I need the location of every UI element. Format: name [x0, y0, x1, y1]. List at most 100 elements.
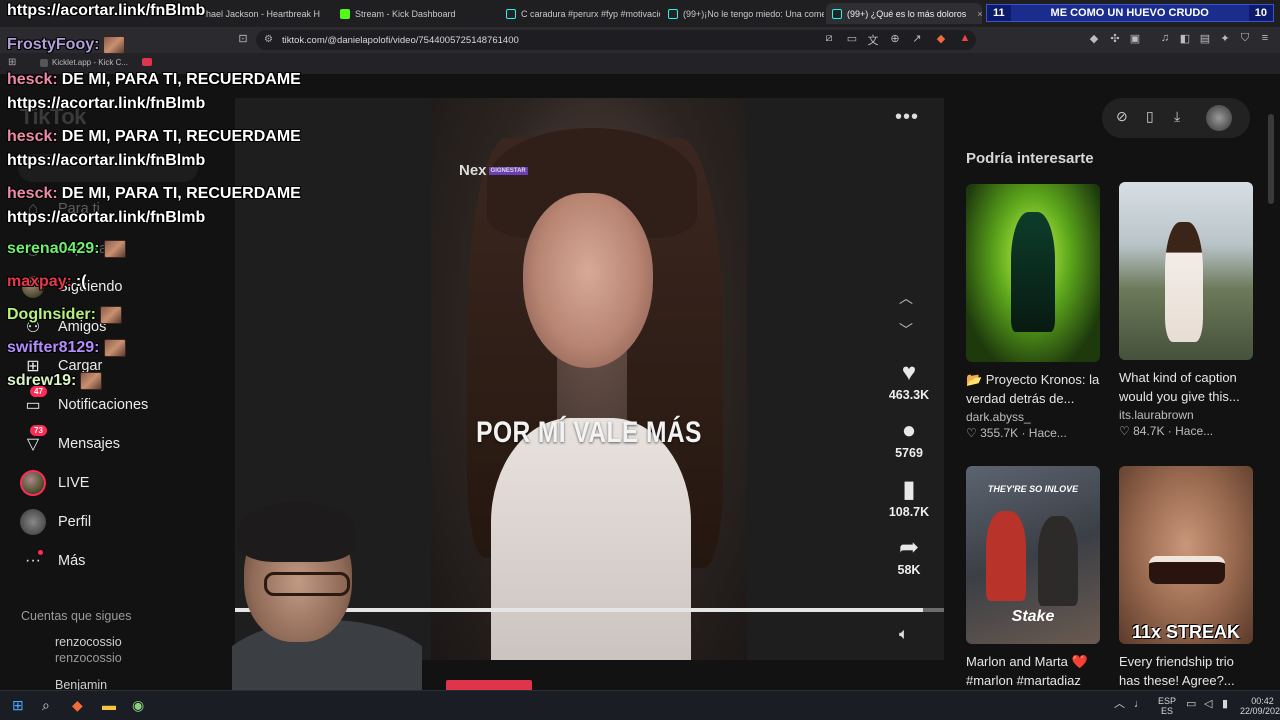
- emote-icon: [103, 240, 126, 258]
- download-icon[interactable]: ⤓: [1174, 108, 1180, 125]
- live-tab-indicator[interactable]: [446, 680, 532, 690]
- browser-tab-active[interactable]: (99+) ¿Qué es lo más doloros ×: [826, 3, 982, 24]
- leo-icon[interactable]: ✦: [1218, 32, 1232, 45]
- like-count: 463.3K: [888, 388, 930, 402]
- chat-message: FrostyFooy:: [7, 36, 126, 54]
- card-title: What kind of caption would you give this…: [1119, 370, 1240, 404]
- obs-icon[interactable]: ◉: [132, 697, 144, 714]
- brave-icon[interactable]: ◆: [72, 697, 83, 714]
- youtube-icon[interactable]: [142, 58, 152, 66]
- browser-tab[interactable]: hael Jackson - Heartbreak H: [200, 3, 330, 24]
- chevron-up-icon[interactable]: ︿: [1114, 699, 1125, 710]
- puzzle-icon[interactable]: ✣: [1108, 32, 1122, 45]
- chat-username: FrostyFooy:: [7, 36, 100, 54]
- browser-tab[interactable]: C caradura #perurx #fyp #motivacio: [500, 3, 660, 24]
- tab-title: C caradura #perurx #fyp #motivacio: [521, 8, 660, 19]
- clock[interactable]: 00:4222/09/2025: [1240, 696, 1280, 716]
- chat-username: hesck:: [7, 128, 58, 145]
- site-info-icon[interactable]: ⚙: [264, 34, 273, 45]
- phone-icon[interactable]: ▯: [1146, 108, 1154, 125]
- tab-title: hael Jackson - Heartbreak H: [206, 8, 321, 19]
- microphone-icon[interactable]: ♩: [1134, 699, 1145, 710]
- share-button[interactable]: ➦ 58K: [883, 535, 935, 578]
- sidebar-item-label: Perfil: [58, 514, 92, 530]
- page-icon: [40, 58, 48, 67]
- share-icon[interactable]: ↗: [910, 32, 924, 45]
- sidebar-item-notificaciones[interactable]: ▭ 47 Notificaciones: [20, 386, 148, 420]
- bell-icon: ▭ 47: [20, 386, 47, 418]
- chat-message: DogInsider:: [7, 306, 122, 324]
- sidebar-item-mas[interactable]: ··· Más: [20, 546, 85, 576]
- sidebar-item-perfil[interactable]: Perfil: [20, 507, 91, 537]
- comment-button[interactable]: ● 5769: [883, 417, 935, 461]
- shield-icon[interactable]: ⛉: [1238, 32, 1252, 45]
- save-button[interactable]: ▮ 108.7K: [883, 477, 935, 520]
- sidebar-item-live[interactable]: LIVE: [20, 468, 89, 498]
- video-frame[interactable]: Nex GIGNESTAR POR MÍ VALE MÁS: [431, 98, 747, 660]
- reader-icon[interactable]: ⧄: [822, 32, 836, 45]
- message-badge: 73: [30, 425, 47, 436]
- save-count: 108.7K: [888, 505, 930, 519]
- battery-icon[interactable]: ▮: [1222, 699, 1228, 710]
- chevron-down-icon[interactable]: ﹀: [899, 320, 913, 340]
- chat-username: swifter8129:: [7, 339, 100, 357]
- search-icon[interactable]: ⌕: [42, 697, 50, 714]
- scrollbar[interactable]: [1268, 114, 1274, 204]
- score-banner: 11 ME COMO UN HUEVO CRUDO 10: [986, 4, 1274, 22]
- like-button[interactable]: ♥ 463.3K: [883, 359, 935, 403]
- browser-tab[interactable]: (99+)¡No le tengo miedo: Una comed: [662, 3, 824, 24]
- card-author[interactable]: its.laurabrown: [1119, 408, 1253, 422]
- brave-shield-icon[interactable]: ◆: [934, 32, 948, 45]
- volume-icon[interactable]: 🔈︎: [899, 626, 909, 644]
- brave-rewards-icon[interactable]: ▲: [958, 32, 972, 44]
- wallet-icon[interactable]: ▣: [1128, 32, 1142, 45]
- apps-icon[interactable]: ⊞: [8, 57, 16, 68]
- bookmark-item[interactable]: Kicklet.app - Kick C...: [40, 58, 128, 67]
- card-author[interactable]: dark.abyss_: [966, 410, 1100, 424]
- video-thumbnail: THEY'RE SO INLOVE Stake: [966, 466, 1100, 644]
- sidebar-item-mensajes[interactable]: ▽ 73 Mensajes: [20, 425, 120, 459]
- volume-icon[interactable]: ◁: [1204, 699, 1212, 710]
- video-thumbnail: [1119, 182, 1253, 360]
- video-card[interactable]: What kind of caption would you give this…: [1119, 182, 1253, 438]
- video-card[interactable]: 11x STREAK Every friendship trio has the…: [1119, 466, 1253, 690]
- comment-count: 5769: [895, 446, 923, 460]
- sidebar-icon[interactable]: ◧: [1178, 32, 1192, 45]
- browser-toolbar: ⊡ ⚙ tiktok.com/@danielapolofi/video/7544…: [0, 27, 1280, 53]
- more-options-icon[interactable]: •••: [895, 106, 919, 129]
- top-action-buttons: ⊘ ▯ ⤓: [1102, 98, 1250, 138]
- video-figure: [491, 418, 691, 660]
- display-icon[interactable]: ▭: [1186, 699, 1196, 710]
- video-card[interactable]: 📂 Proyecto Kronos: la verdad detrás de..…: [966, 184, 1100, 440]
- zoom-icon[interactable]: ⊕: [888, 32, 902, 45]
- emote-icon: [103, 339, 126, 357]
- folder-icon[interactable]: ▬: [102, 697, 116, 713]
- more-icon: ···: [20, 548, 46, 574]
- browser-tab[interactable]: Stream - Kick Dashboard: [334, 3, 494, 24]
- emote-icon: [99, 306, 122, 324]
- video-thumbnail: [966, 184, 1100, 362]
- followed-account-name[interactable]: renzocossio: [55, 635, 122, 649]
- video-card[interactable]: THEY'RE SO INLOVE Stake Marlon and Marta…: [966, 466, 1100, 690]
- tiktok-icon: [506, 8, 516, 19]
- wallet2-icon[interactable]: ▤: [1198, 32, 1212, 45]
- send-icon: ▽ 73: [20, 425, 47, 457]
- tab-title: (99+) ¿Qué es lo más doloros: [847, 8, 967, 19]
- language-indicator[interactable]: ESP ES: [1158, 696, 1176, 716]
- translate-icon[interactable]: 文: [866, 32, 880, 48]
- heart-icon: ♥: [901, 359, 917, 386]
- menu-icon[interactable]: ≡: [1258, 32, 1272, 44]
- avatar[interactable]: [1206, 105, 1232, 131]
- tab-title: (99+)¡No le tengo miedo: Una comed: [683, 8, 824, 19]
- bookmark-icon[interactable]: ⊡: [236, 32, 250, 45]
- music-icon[interactable]: ♫: [1158, 32, 1172, 44]
- screenshot-icon[interactable]: ▭: [845, 32, 859, 45]
- thumbnail-text: 11x STREAK: [1131, 622, 1241, 642]
- coin-icon[interactable]: ⊘: [1116, 108, 1128, 125]
- extension-icon[interactable]: ◆: [1087, 32, 1101, 45]
- comment-icon: ●: [901, 417, 917, 444]
- windows-start-icon[interactable]: ⊞: [12, 697, 24, 714]
- chat-message: https://acortar.link/fnBlmb: [7, 2, 205, 20]
- close-icon[interactable]: ×: [977, 9, 982, 19]
- chevron-up-icon[interactable]: ︿: [899, 288, 913, 308]
